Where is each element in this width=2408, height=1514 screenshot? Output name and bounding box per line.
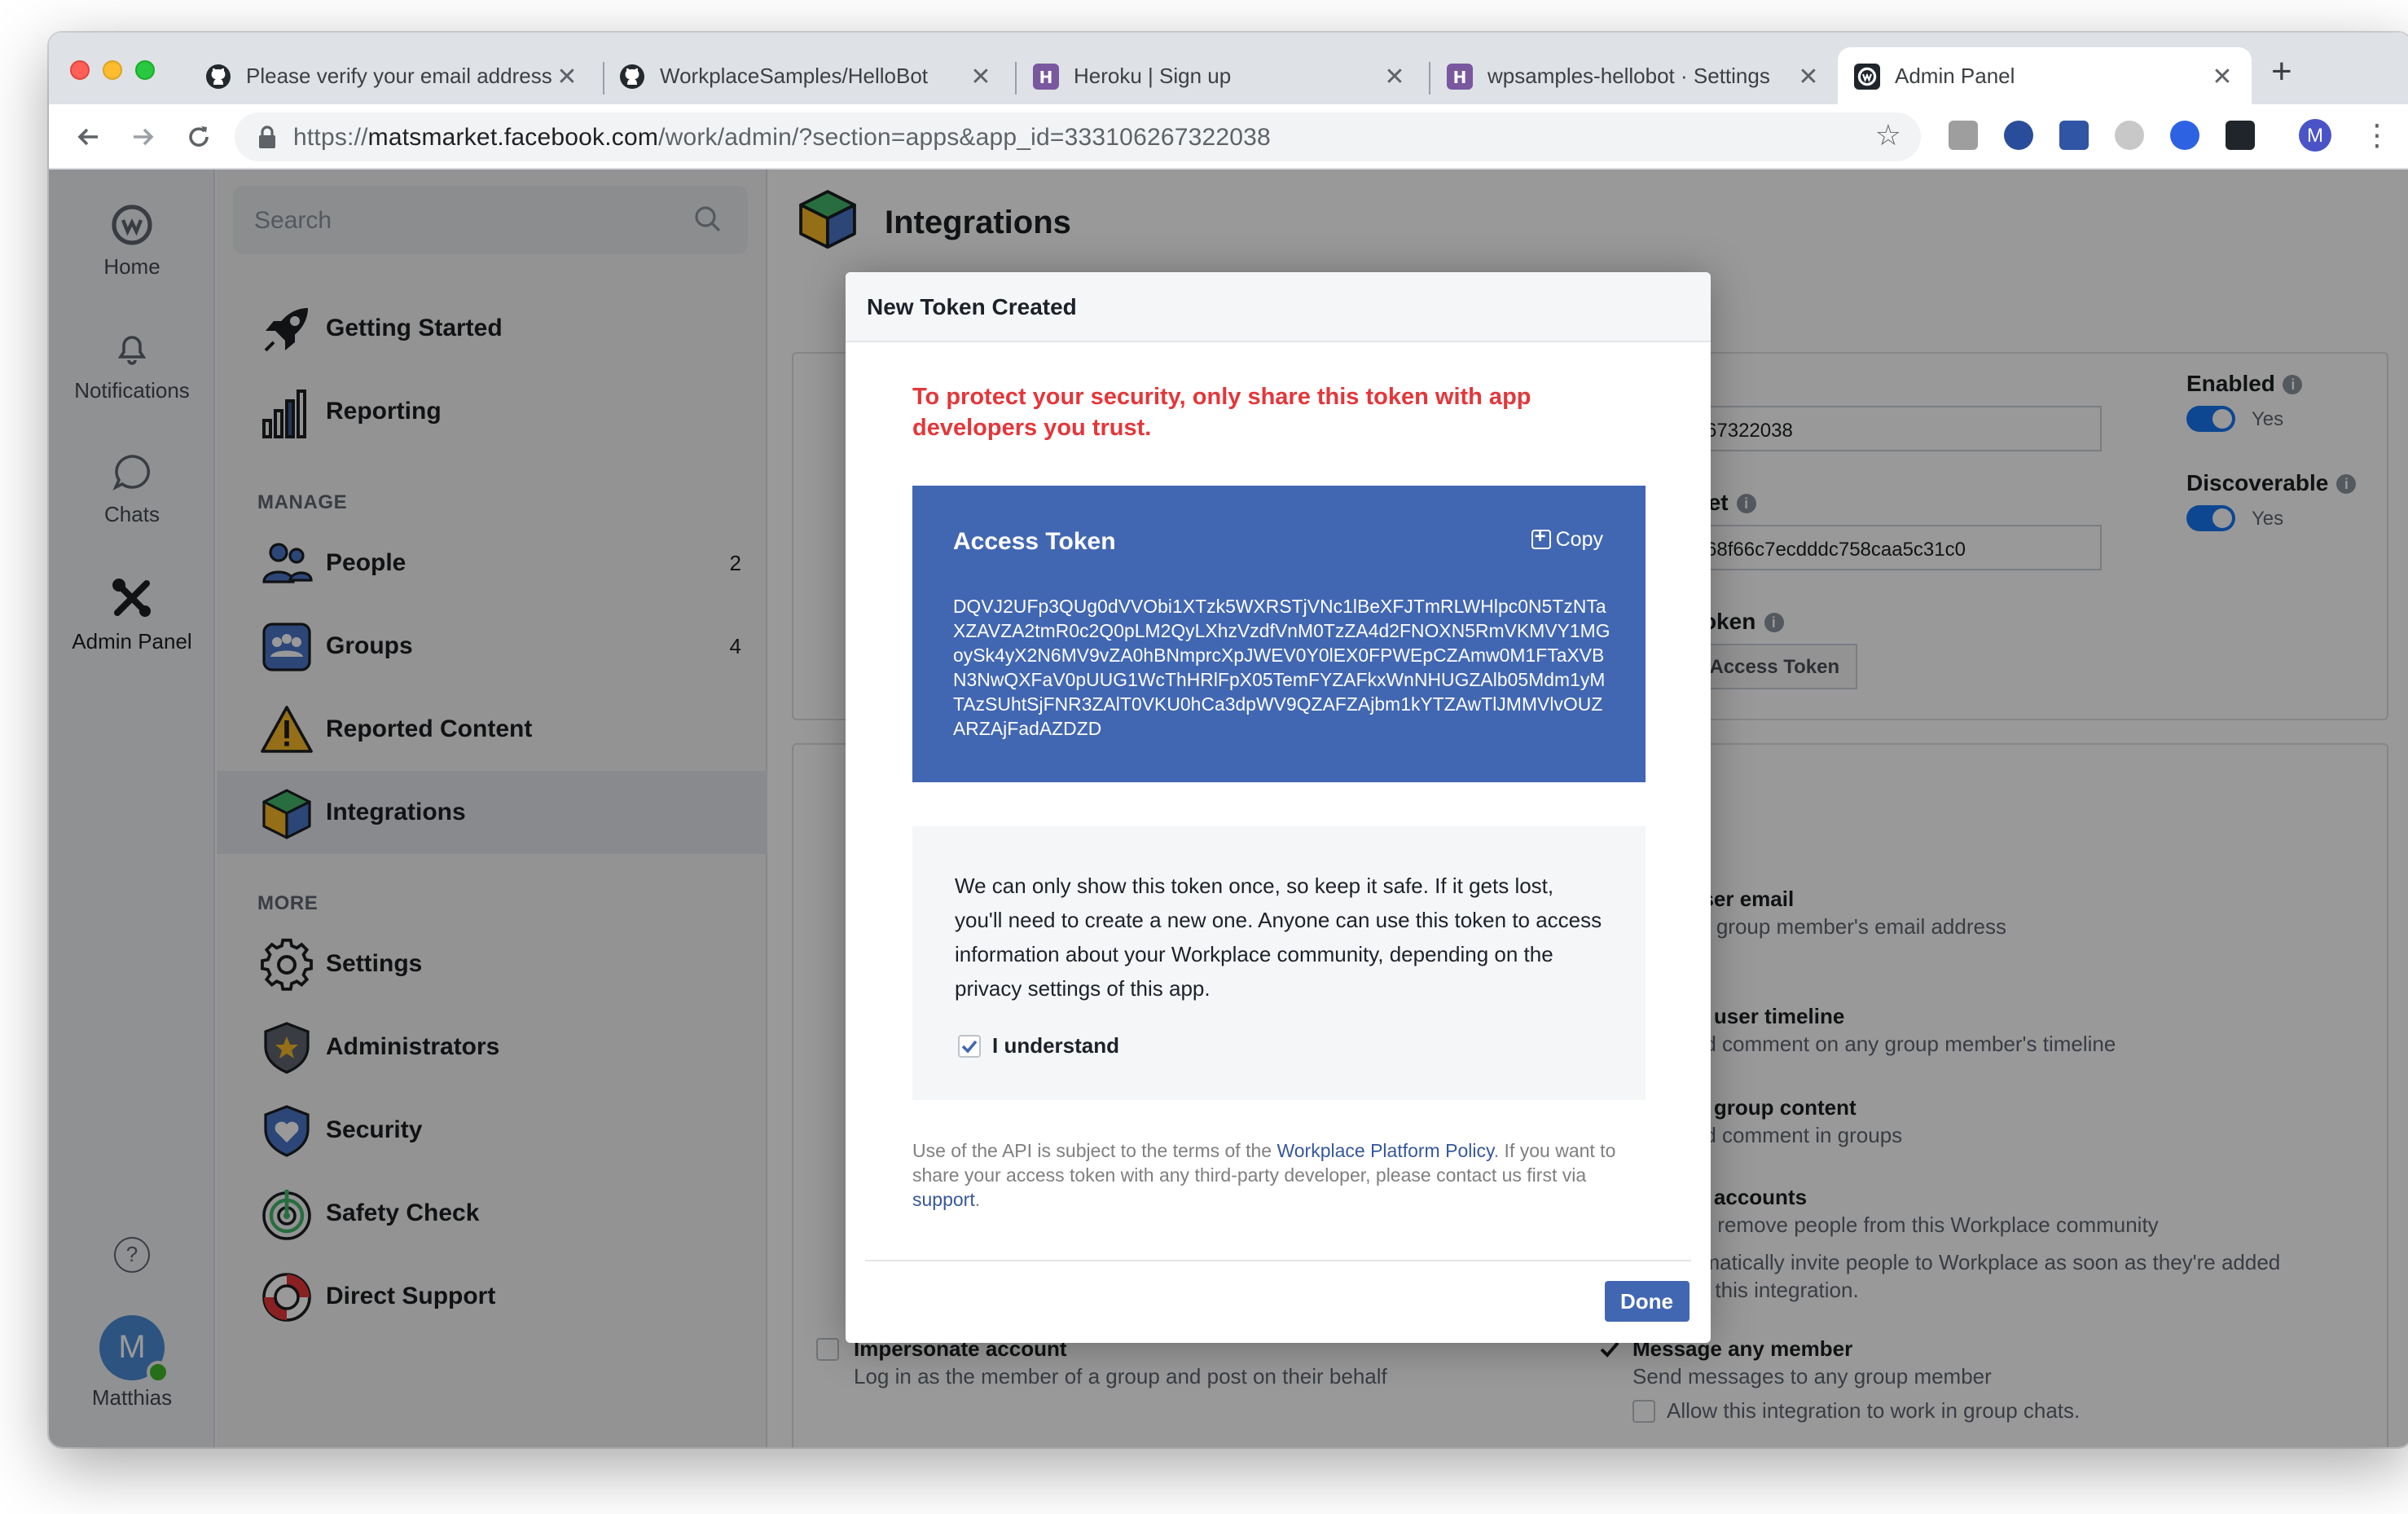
browser-window: Please verify your email address ✕ Workp…: [49, 33, 2408, 1447]
close-window-button[interactable]: [70, 60, 90, 80]
checkbox-checked-icon: [958, 1034, 981, 1057]
github-icon: [205, 63, 231, 89]
workplace-icon: [1854, 63, 1880, 89]
reload-icon[interactable]: [179, 117, 218, 156]
dialog-title: New Token Created: [867, 293, 1077, 319]
profile-avatar[interactable]: M: [2299, 119, 2331, 152]
understand-checkbox[interactable]: I understand: [958, 1033, 1119, 1058]
url-text: https://matsmarket.facebook.com/work/adm…: [293, 124, 1271, 152]
tab-title: Admin Panel: [1895, 64, 2015, 88]
token-info-box: We can only show this token once, so kee…: [912, 826, 1646, 1100]
tab-title: WorkplaceSamples/HelloBot: [660, 64, 928, 88]
access-token-value[interactable]: DQVJ2UFp3QUg0dVVObi1XTzk5WXRSTjVNc1lBeXF…: [953, 596, 1613, 743]
address-bar[interactable]: https://matsmarket.facebook.com/work/adm…: [235, 112, 1921, 161]
browser-tab[interactable]: WorkplaceSamples/HelloBot ✕: [603, 47, 1010, 104]
access-token-panel: Access Token Copy DQVJ2UFp3QUg0dVVObi1XT…: [912, 486, 1646, 782]
new-tab-button[interactable]: +: [2271, 53, 2292, 89]
svg-text:H: H: [1039, 67, 1053, 86]
tab-close-icon[interactable]: ✕: [554, 61, 580, 90]
browser-toolbar: https://matsmarket.facebook.com/work/adm…: [49, 104, 2408, 169]
tab-close-icon[interactable]: ✕: [1382, 61, 1408, 90]
back-arrow-icon[interactable]: [68, 117, 108, 156]
minimize-window-button[interactable]: [103, 60, 122, 80]
tab-title: wpsamples-hellobot · Settings: [1487, 64, 1770, 88]
lock-icon: [257, 125, 277, 156]
platform-policy-link[interactable]: Workplace Platform Policy: [1277, 1142, 1493, 1162]
extension-video-icon[interactable]: [2170, 121, 2199, 150]
heroku-icon: H: [1447, 63, 1473, 89]
tab-title: Please verify your email address: [246, 64, 552, 88]
understand-label: I understand: [992, 1033, 1120, 1058]
tab-close-icon[interactable]: ✕: [968, 61, 994, 90]
browser-tab[interactable]: H Heroku | Sign up ✕: [1017, 47, 1424, 104]
bookmark-star-icon[interactable]: ☆: [1875, 119, 1901, 153]
heroku-icon: H: [1033, 63, 1059, 89]
copy-icon: [1531, 525, 1551, 549]
browser-tab-active[interactable]: Admin Panel ✕: [1838, 47, 2252, 104]
maximize-window-button[interactable]: [135, 60, 155, 80]
extension-facebook-icon[interactable]: [2059, 121, 2089, 150]
tab-title: Heroku | Sign up: [1074, 64, 1232, 88]
access-token-title: Access Token: [953, 528, 1116, 556]
svg-text:H: H: [1453, 67, 1467, 86]
forward-arrow-icon[interactable]: [124, 117, 163, 156]
extension-clock-icon[interactable]: [2004, 121, 2033, 150]
extension-circle-icon[interactable]: [2115, 121, 2144, 150]
tab-close-icon[interactable]: ✕: [2209, 61, 2235, 90]
policy-text: Use of the API is subject to the terms o…: [912, 1142, 1616, 1211]
new-token-dialog: New Token Created To protect your securi…: [846, 272, 1711, 1343]
copy-button[interactable]: Copy: [1531, 525, 1603, 551]
tab-close-icon[interactable]: ✕: [1795, 61, 1821, 90]
browser-tab[interactable]: Please verify your email address ✕: [189, 47, 596, 104]
extension-f-icon[interactable]: [1949, 121, 1978, 150]
done-button[interactable]: Done: [1604, 1281, 1690, 1322]
support-link[interactable]: support: [912, 1191, 975, 1211]
divider: [865, 1260, 1691, 1261]
github-icon: [619, 63, 645, 89]
tab-strip: Please verify your email address ✕ Workp…: [49, 33, 2408, 104]
token-info-text: We can only show this token once, so kee…: [955, 874, 1602, 1001]
extension-workplace-icon[interactable]: [2226, 121, 2255, 150]
browser-menu-icon[interactable]: ⋮: [2362, 119, 2392, 152]
dialog-header: New Token Created: [846, 272, 1711, 342]
browser-tab[interactable]: H wpsamples-hellobot · Settings ✕: [1430, 47, 1838, 104]
security-warning: To protect your security, only share thi…: [912, 385, 1531, 442]
